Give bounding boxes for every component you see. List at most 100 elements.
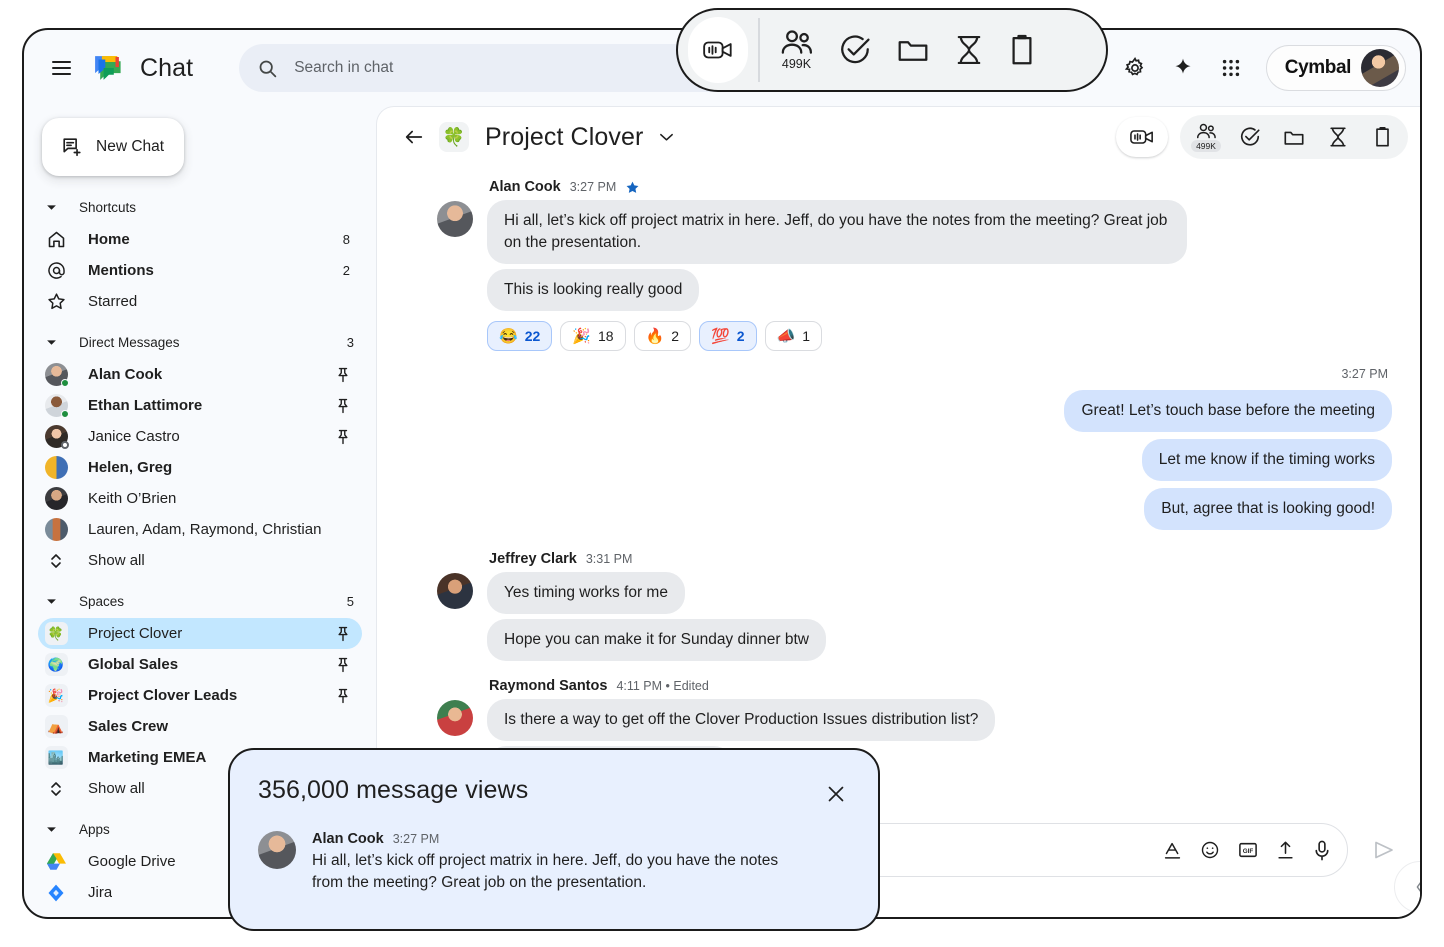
account-name: Cymbal xyxy=(1285,57,1351,79)
section-header-shortcuts[interactable]: Shortcuts xyxy=(24,190,376,224)
sidebar-item-project-clover[interactable]: 🍀 Project Clover xyxy=(38,618,362,649)
pin-icon[interactable] xyxy=(328,626,350,642)
sidebar-item-label: Alan Cook xyxy=(88,366,162,383)
sidebar-item-mentions[interactable]: Mentions 2 xyxy=(38,255,362,286)
sidebar-item-ethan-lattimore[interactable]: Ethan Lattimore xyxy=(38,390,362,421)
people-icon[interactable]: 499K xyxy=(1186,118,1226,156)
reaction-count: 22 xyxy=(525,328,541,344)
avatar[interactable] xyxy=(437,700,473,736)
callout-start-meeting-button[interactable] xyxy=(688,17,748,83)
jira-icon xyxy=(42,883,70,903)
pin-icon[interactable] xyxy=(328,398,350,414)
views-message-preview: Alan Cook 3:27 PM Hi all, let’s kick off… xyxy=(258,831,850,895)
section-title: Apps xyxy=(79,822,110,837)
files-icon[interactable] xyxy=(1274,118,1314,156)
show-all-label: Show all xyxy=(88,780,145,797)
sidebar-item-label: Project Clover xyxy=(88,625,182,642)
reaction-count: 2 xyxy=(737,328,745,344)
avatar[interactable] xyxy=(437,201,473,237)
start-meeting-button[interactable] xyxy=(1116,117,1168,157)
google-drive-icon xyxy=(42,852,70,871)
people-icon[interactable]: 499K xyxy=(780,29,814,71)
message-bubble[interactable]: Let me know if the timing works xyxy=(1142,439,1392,481)
message-bubble[interactable]: But, agree that is looking good! xyxy=(1144,488,1392,530)
pin-icon[interactable] xyxy=(328,657,350,673)
conversation-menu-button[interactable] xyxy=(649,120,683,154)
reaction-chip[interactable]: 🎉 18 xyxy=(560,321,625,351)
avatar[interactable] xyxy=(1361,49,1399,87)
conversation-header: 🍀 Project Clover xyxy=(377,107,1422,167)
message-group-outgoing: 3:27 PM Great! Let’s touch base before t… xyxy=(437,367,1398,537)
chevron-down-icon[interactable] xyxy=(42,598,60,605)
avatar[interactable] xyxy=(437,573,473,609)
star-filled-icon[interactable] xyxy=(625,180,640,195)
sidebar-item-janice-castro[interactable]: Janice Castro xyxy=(38,421,362,452)
message-time: 3:27 PM xyxy=(570,180,617,194)
pin-icon[interactable] xyxy=(328,429,350,445)
send-button[interactable] xyxy=(1366,832,1402,868)
reaction-chip[interactable]: 💯 2 xyxy=(699,321,756,351)
sidebar-item-label: Starred xyxy=(88,293,137,310)
section-header-spaces[interactable]: Spaces 5 xyxy=(24,584,376,618)
sidebar-item-keith-obrien[interactable]: Keith O’Brien xyxy=(38,483,362,514)
section-header-direct-messages[interactable]: Direct Messages 3 xyxy=(24,325,376,359)
views-message-meta: Alan Cook 3:27 PM xyxy=(312,831,812,847)
chevron-left-icon xyxy=(1414,878,1423,896)
settings-button[interactable] xyxy=(1112,45,1158,91)
sidebar-item-helen-greg[interactable]: Helen, Greg xyxy=(38,452,362,483)
avatar xyxy=(42,363,70,386)
sidebar-item-sales-crew[interactable]: ⛺ Sales Crew xyxy=(38,711,362,742)
tasks-icon[interactable] xyxy=(838,33,872,67)
app-title: Chat xyxy=(140,54,193,83)
emoji-icon[interactable] xyxy=(1200,840,1220,860)
new-chat-button[interactable]: New Chat xyxy=(42,118,184,176)
chevron-down-icon[interactable] xyxy=(42,826,60,833)
expand-icon xyxy=(42,552,70,570)
files-icon[interactable] xyxy=(896,36,930,64)
google-chat-logo xyxy=(90,51,124,85)
close-icon[interactable] xyxy=(820,778,852,810)
upload-icon[interactable] xyxy=(1276,840,1295,860)
clover-emoji: 🍀 xyxy=(439,122,469,152)
clipboard-icon[interactable] xyxy=(1008,33,1036,67)
message-bubble[interactable]: Is there a way to get off the Clover Pro… xyxy=(487,699,995,741)
google-apps-button[interactable] xyxy=(1208,45,1254,91)
main-menu-button[interactable] xyxy=(38,45,84,91)
message-bubble[interactable]: Yes timing works for me xyxy=(487,572,685,614)
avatar-group xyxy=(42,518,70,541)
gif-icon[interactable]: GIF xyxy=(1238,841,1258,859)
spool-icon[interactable] xyxy=(1318,118,1358,156)
show-all-direct-messages[interactable]: Show all xyxy=(38,545,362,576)
sidebar-item-label: Jira xyxy=(88,884,112,901)
message-bubble[interactable]: Great! Let’s touch base before the meeti… xyxy=(1064,390,1392,432)
spool-icon[interactable] xyxy=(954,33,984,67)
chevron-down-icon[interactable] xyxy=(42,204,60,211)
message-author: Raymond Santos xyxy=(489,678,607,694)
account-chip[interactable]: Cymbal xyxy=(1266,45,1406,91)
sidebar-item-starred[interactable]: Starred xyxy=(38,286,362,317)
back-button[interactable] xyxy=(391,114,437,160)
sidebar-item-alan-cook[interactable]: Alan Cook xyxy=(38,359,362,390)
tasks-icon[interactable] xyxy=(1230,118,1270,156)
pin-icon[interactable] xyxy=(328,367,350,383)
reaction-emoji: 🎉 xyxy=(572,329,591,344)
sidebar-item-global-sales[interactable]: 🌍 Global Sales xyxy=(38,649,362,680)
sidebar-item-project-clover-leads[interactable]: 🎉 Project Clover Leads xyxy=(38,680,362,711)
reaction-chip[interactable]: 🔥 2 xyxy=(634,321,691,351)
mic-icon[interactable] xyxy=(1313,840,1331,861)
sidebar-item-label: Google Drive xyxy=(88,853,176,870)
clipboard-icon[interactable] xyxy=(1362,118,1402,156)
sidebar-item-group-lauren[interactable]: Lauren, Adam, Raymond, Christian xyxy=(38,514,362,545)
gemini-button[interactable] xyxy=(1160,45,1206,91)
message-bubble[interactable]: This is looking really good xyxy=(487,269,699,311)
presence-dot-online xyxy=(61,410,69,418)
sidebar-item-home[interactable]: Home 8 xyxy=(38,224,362,255)
reaction-chip[interactable]: 😂 22 xyxy=(487,321,552,351)
pin-icon[interactable] xyxy=(328,688,350,704)
format-icon[interactable] xyxy=(1163,841,1182,860)
message-bubble[interactable]: Hi all, let’s kick off project matrix in… xyxy=(487,200,1187,264)
presence-dot-online xyxy=(61,379,69,387)
chevron-down-icon[interactable] xyxy=(42,339,60,346)
message-bubble[interactable]: Hope you can make it for Sunday dinner b… xyxy=(487,619,826,661)
reaction-chip[interactable]: 📣 1 xyxy=(765,321,822,351)
